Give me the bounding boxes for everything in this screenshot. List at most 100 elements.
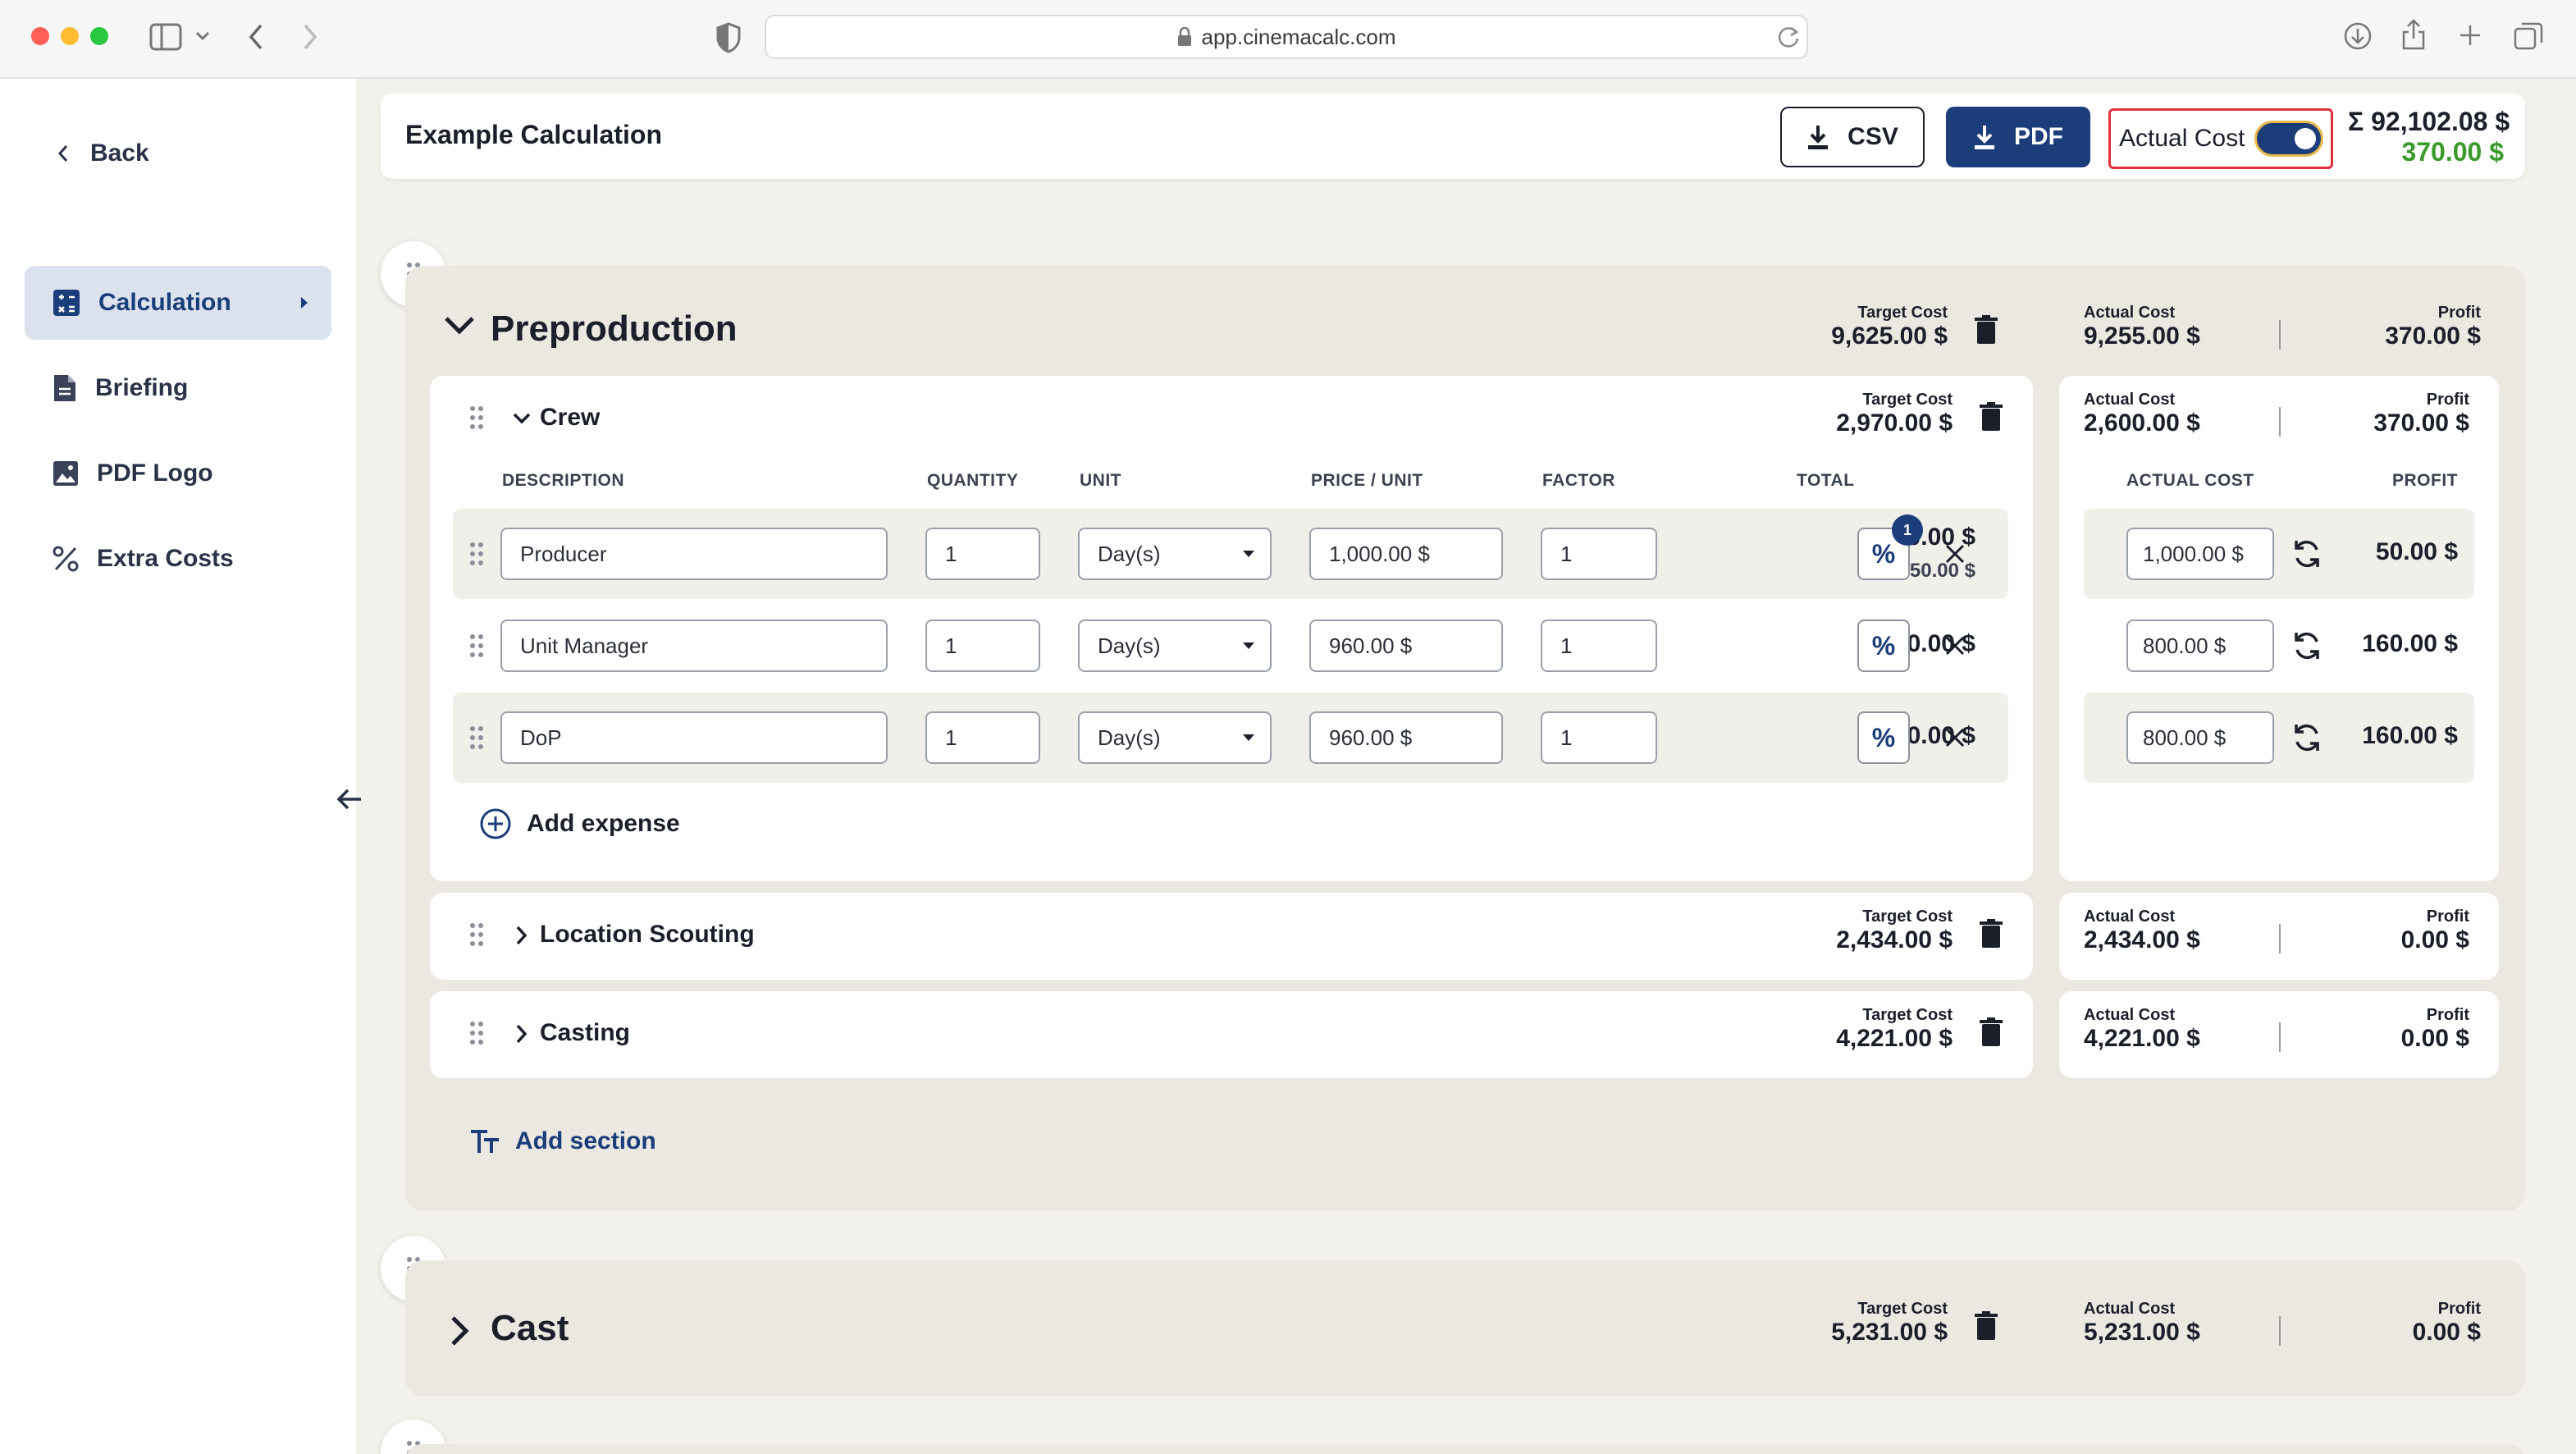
subsection-casting: Casting Target Cost 4,221.00 $ [430, 991, 2033, 1078]
actual-cost-input[interactable]: 800.00 $ [2126, 620, 2274, 672]
extra-costs-percent-button[interactable]: % [1857, 620, 1910, 672]
unit-select[interactable]: Day(s) [1078, 528, 1272, 580]
description-input[interactable]: DoP [500, 711, 888, 764]
sum-total: 92,102.08 $ [2371, 107, 2510, 136]
trash-icon[interactable] [1979, 402, 2003, 432]
subsection-target-cost: Target Cost 4,221.00 $ [1836, 1006, 1953, 1052]
reload-icon[interactable] [1777, 25, 1800, 49]
chevron-down-icon[interactable] [443, 315, 476, 336]
subsection-title: Casting [540, 1019, 631, 1046]
close-window-button[interactable] [31, 27, 49, 45]
tab-overview-icon[interactable] [2514, 21, 2543, 51]
remove-row-icon[interactable] [1944, 635, 1966, 656]
extra-cost-count-badge: 1 [1892, 514, 1923, 546]
sidebar-item-calculation[interactable]: Calculation [25, 266, 331, 340]
drag-handle-icon[interactable] [469, 405, 484, 430]
factor-input[interactable]: 1 [1541, 620, 1657, 672]
back-label: Back [90, 139, 149, 167]
divider [2279, 924, 2281, 953]
trash-icon[interactable] [1974, 315, 1998, 345]
trash-icon[interactable] [1979, 919, 2003, 949]
trash-icon[interactable] [1974, 1311, 1998, 1341]
price-per-unit-input[interactable]: 960.00 $ [1309, 711, 1503, 764]
drag-handle-icon[interactable] [469, 542, 484, 566]
sidebar-item-label: PDF Logo [97, 460, 213, 487]
divider [2279, 320, 2281, 350]
remove-row-icon[interactable] [1944, 727, 1966, 748]
collapse-sidebar-arrow-icon[interactable] [333, 783, 366, 816]
unit-select[interactable]: Day(s) [1078, 711, 1272, 764]
chevron-down-icon[interactable] [195, 31, 210, 41]
trash-icon[interactable] [1979, 1017, 2003, 1047]
divider [2279, 1316, 2281, 1346]
browser-forward-icon[interactable] [302, 23, 318, 51]
actual-cost-toggle[interactable] [2254, 121, 2324, 157]
chevron-right-icon[interactable] [450, 1315, 469, 1347]
drag-handle-icon[interactable] [469, 633, 484, 658]
share-icon[interactable] [2400, 18, 2427, 51]
sidebar-item-extra-costs[interactable]: Extra Costs [25, 522, 331, 596]
maximize-window-button[interactable] [90, 27, 108, 45]
price-per-unit-input[interactable]: 1,000.00 $ [1309, 528, 1503, 580]
description-input[interactable]: Producer [500, 528, 888, 580]
sigma-icon: Σ [2348, 107, 2364, 136]
back-button[interactable]: Back [57, 139, 149, 167]
chevron-right-icon[interactable] [515, 925, 528, 946]
chevron-right-icon[interactable] [515, 1023, 528, 1045]
url-bar[interactable]: app.cinemacalc.com [765, 15, 1808, 59]
percent-icon [53, 546, 79, 572]
export-pdf-button[interactable]: PDF [1946, 107, 2090, 167]
minimize-window-button[interactable] [61, 27, 79, 45]
factor-input[interactable]: 1 [1541, 711, 1657, 764]
row-total: 960.00 $ [1879, 630, 1975, 657]
chevron-left-icon [57, 144, 69, 163]
price-per-unit-input[interactable]: 960.00 $ [1309, 620, 1503, 672]
subsection-crew: Crew Target Cost 2,970.00 $ DESCRIPTION … [430, 376, 2033, 881]
extra-costs-percent-button[interactable]: % 1 [1857, 514, 1923, 580]
quantity-input[interactable]: 1 [925, 620, 1040, 672]
sidebar-item-label: Briefing [95, 374, 189, 401]
row-profit: 160.00 $ [2362, 722, 2458, 749]
drag-handle-icon[interactable] [469, 922, 484, 947]
column-header-total: TOTAL [1797, 471, 1855, 490]
add-expense-button[interactable]: Add expense [479, 807, 680, 840]
extra-costs-percent-button[interactable]: % [1857, 711, 1910, 764]
caret-down-icon [1242, 734, 1255, 742]
browser-toolbar: app.cinemacalc.com [0, 0, 2576, 79]
browser-back-icon[interactable] [248, 23, 264, 51]
actual-cost-input[interactable]: 800.00 $ [2126, 711, 2274, 764]
subsection-actual-cost: Actual Cost 4,221.00 $ [2084, 1006, 2200, 1052]
percent-icon: % [1871, 538, 1896, 569]
quantity-input[interactable]: 1 [925, 711, 1040, 764]
actual-cost-row: 800.00 $ 160.00 $ [2084, 693, 2474, 783]
subsection-target-cost: Target Cost 2,434.00 $ [1836, 908, 1953, 953]
sidebar-item-pdf-logo[interactable]: PDF Logo [25, 437, 331, 510]
sidebar: Back Calculation Briefing PDF Logo Extra… [0, 79, 356, 1454]
divider [2279, 1022, 2281, 1052]
sidebar-toggle-icon[interactable] [149, 23, 182, 51]
privacy-shield-icon[interactable] [715, 21, 742, 54]
column-header-price-unit: PRICE / UNIT [1311, 471, 1423, 490]
sum-total-block: Σ 92,102.08 $ 370.00 $ [2348, 107, 2510, 167]
quantity-input[interactable]: 1 [925, 528, 1040, 580]
sidebar-item-briefing[interactable]: Briefing [25, 351, 331, 425]
section-profit: Profit 370.00 $ [2385, 304, 2481, 350]
add-section-button[interactable]: Add section [469, 1127, 656, 1155]
subsection-profit: Profit 370.00 $ [2373, 391, 2469, 437]
subsection-location-scouting: Location Scouting Target Cost 2,434.00 $ [430, 893, 2033, 980]
remove-row-icon[interactable] [1944, 543, 1966, 565]
downloads-icon[interactable] [2343, 21, 2373, 51]
subsection-actual-cost: Actual Cost 2,434.00 $ [2084, 908, 2200, 953]
drag-handle-icon[interactable] [469, 1021, 484, 1045]
new-tab-icon[interactable] [2458, 23, 2482, 48]
actual-cost-input[interactable]: 1,000.00 $ [2126, 528, 2274, 580]
subsection-title: Location Scouting [540, 921, 755, 948]
export-csv-button[interactable]: CSV [1780, 107, 1925, 167]
chevron-down-icon[interactable] [512, 412, 532, 425]
description-input[interactable]: Unit Manager [500, 620, 888, 672]
drag-handle-icon[interactable] [469, 725, 484, 750]
unit-select[interactable]: Day(s) [1078, 620, 1272, 672]
section-profit: Profit 0.00 $ [2412, 1300, 2481, 1346]
factor-input[interactable]: 1 [1541, 528, 1657, 580]
subsection-profit: Profit 0.00 $ [2400, 908, 2469, 953]
